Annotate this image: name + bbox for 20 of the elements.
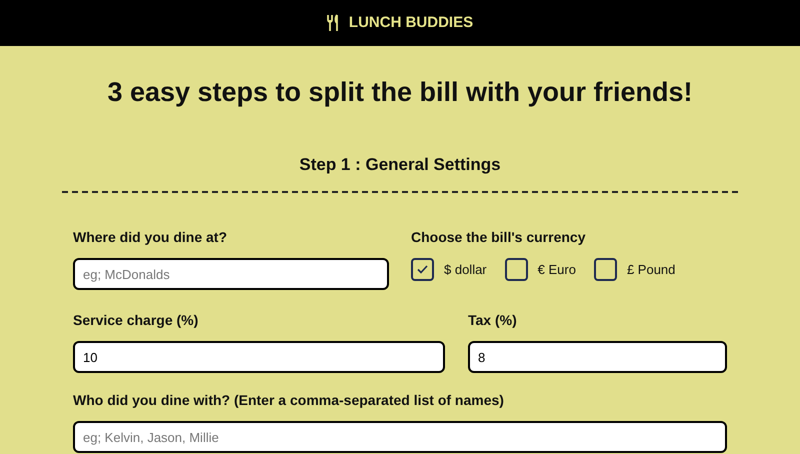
currency-checkbox[interactable] [594, 258, 617, 281]
brand-name[interactable]: LUNCH BUDDIES [348, 12, 474, 34]
check-icon [417, 265, 428, 274]
page-headline: 3 easy steps to split the bill with your friends! [106, 76, 694, 109]
field-label: Choose the bill's currency [411, 228, 586, 247]
currency-option-label: £ Pound [626, 260, 676, 279]
field-label: Tax (%) [468, 311, 518, 330]
step-title: Step 1 : General Settings [298, 154, 502, 176]
field-label: Where did you dine at? [73, 228, 228, 247]
currency-option-label: € Euro [538, 260, 576, 279]
tax-input[interactable]: 8 [468, 341, 727, 373]
currency-option-label: $ dollar [444, 260, 487, 279]
friends-input[interactable]: eg; Kelvin, Jason, Millie [73, 421, 727, 453]
service-charge-input[interactable]: 10 [73, 341, 445, 373]
currency-checkbox[interactable] [504, 258, 528, 281]
venue-input[interactable]: eg; McDonalds [73, 258, 389, 290]
field-label: Who did you dine with? (Enter a comma-separated list of names) [73, 391, 505, 410]
currency-checkbox[interactable] [411, 258, 434, 281]
field-label: Service charge (%) [73, 311, 200, 330]
fork-knife-icon [326, 14, 341, 32]
